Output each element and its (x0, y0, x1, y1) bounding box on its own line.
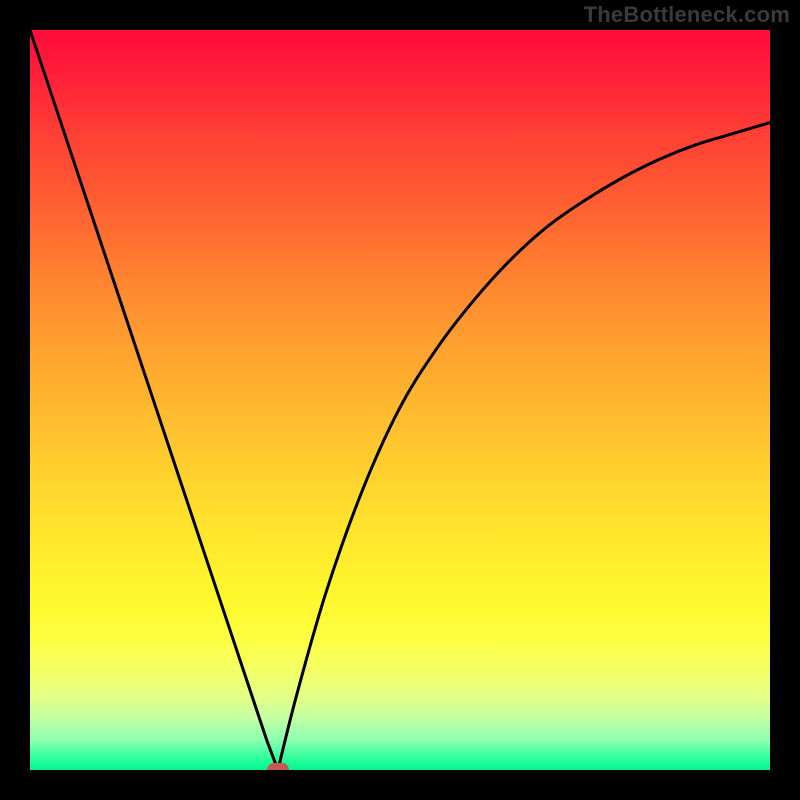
curve-path (30, 30, 770, 770)
chart-frame: TheBottleneck.com (0, 0, 800, 800)
watermark-text: TheBottleneck.com (584, 2, 790, 28)
bottleneck-curve (30, 30, 770, 770)
minimum-marker (267, 763, 289, 770)
plot-area (30, 30, 770, 770)
